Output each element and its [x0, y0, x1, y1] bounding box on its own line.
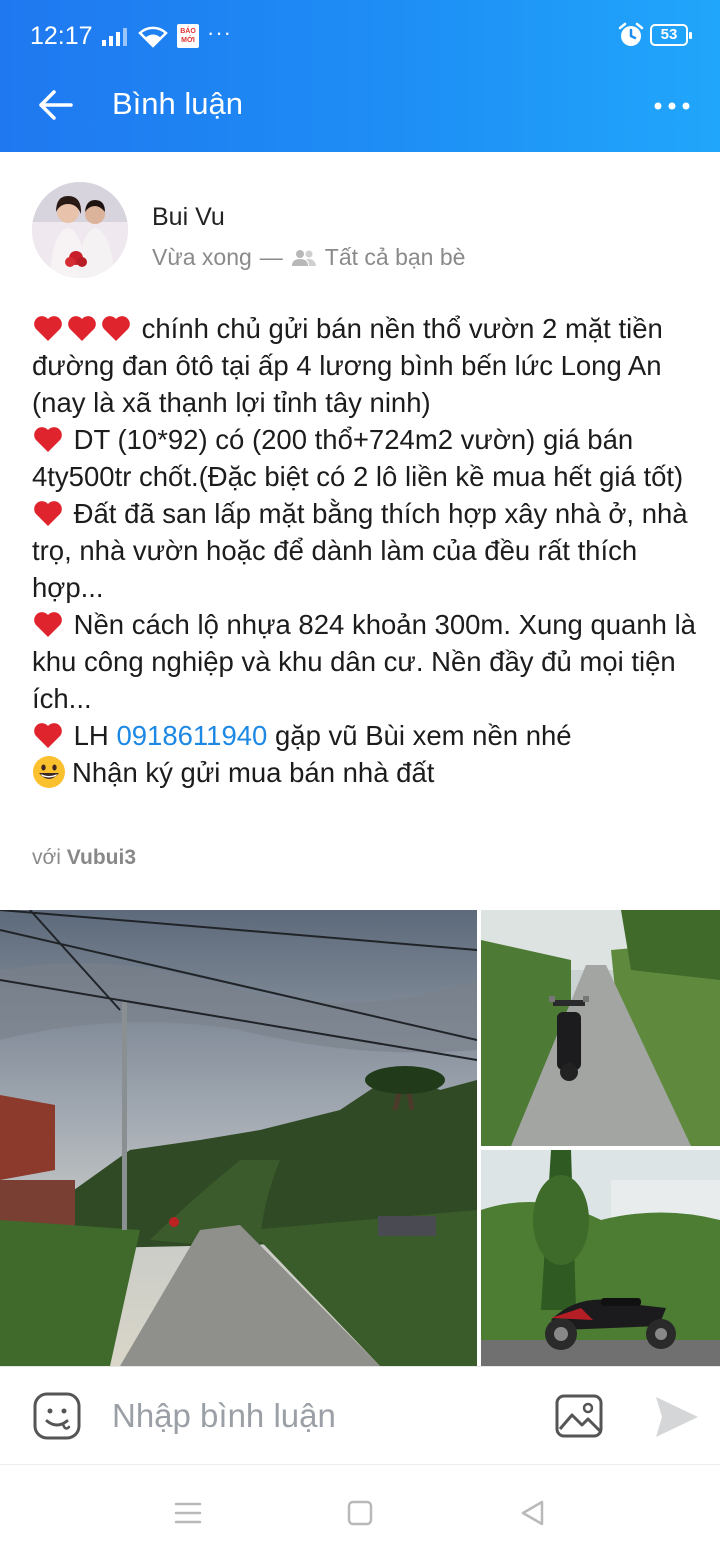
tagged-user-link[interactable]: Vubui3 [67, 846, 136, 869]
arrow-left-icon [39, 90, 73, 120]
sticker-button[interactable] [32, 1391, 82, 1441]
photo-motorbike-lot[interactable] [481, 1150, 720, 1366]
friends-icon [291, 248, 317, 268]
battery-indicator: 53 [650, 24, 692, 46]
home-square-icon [347, 1500, 373, 1526]
post-last-text: Nhận ký gửi mua bán nhà đất [72, 757, 435, 788]
heart-emoji-icon [34, 427, 62, 452]
grin-emoji-icon [33, 756, 65, 788]
sticker-smile-icon [33, 1392, 81, 1440]
back-button[interactable] [30, 80, 80, 130]
post-line-text: Đất đã san lấp mặt bằng thích hợp xây nh… [32, 498, 696, 603]
header: 12:17 BÁO MỚI ··· 53 Bình luận [0, 0, 720, 152]
status-bar: 12:17 BÁO MỚI ··· 53 [0, 0, 720, 60]
tagged-users: với Vubui3 [32, 846, 136, 870]
page-title: Bình luận [112, 86, 243, 121]
more-horizontal-icon [654, 102, 690, 110]
contact-suffix: gặp vũ Bùi xem nền nhé [274, 720, 572, 751]
wifi-icon [138, 24, 168, 53]
post-content: chính chủ gửi bán nền thổ vườn 2 mặt tiề… [32, 310, 702, 791]
alarm-icon [618, 22, 644, 53]
more-options-button[interactable] [644, 82, 700, 130]
signal-icon [102, 28, 130, 51]
photo-grid [0, 910, 720, 1366]
heart-emoji-icon [34, 723, 62, 748]
heart-emoji-icon [32, 313, 134, 344]
avatar[interactable] [32, 182, 128, 278]
contact-prefix: LH [73, 720, 109, 751]
meta-separator: — [259, 244, 283, 270]
photo-road-sunset[interactable] [0, 910, 477, 1366]
post-meta: Vừa xong — Tất cả bạn bè [152, 244, 465, 271]
author-name[interactable]: Bui Vu [152, 203, 225, 232]
news-app-icon: BÁO MỚI [177, 24, 199, 48]
nav-back-button[interactable] [512, 1493, 552, 1533]
post-last-line: Nhận ký gửi mua bán nhà đất [32, 754, 702, 791]
more-dots-icon: ··· [207, 20, 232, 45]
post-line-3: Đất đã san lấp mặt bằng thích hợp xây nh… [32, 495, 702, 606]
post-contact-line: LH 0918611940 gặp vũ Bùi xem nền nhé [32, 717, 702, 754]
send-icon [656, 1397, 698, 1437]
post-line-4: Nền cách lộ nhựa 824 khoản 300m. Xung qu… [32, 606, 702, 717]
status-time: 12:17 [30, 22, 93, 50]
post-line-1: chính chủ gửi bán nền thổ vườn 2 mặt tiề… [32, 310, 702, 421]
photo-motorbike-lane[interactable] [481, 910, 720, 1146]
heart-emoji-icon [34, 612, 62, 637]
attach-image-button[interactable] [554, 1393, 604, 1439]
privacy-label: Tất cả bạn bè [324, 244, 466, 270]
post-header: Bui Vu Vừa xong — Tất cả bạn bè [0, 152, 720, 302]
nav-home-button[interactable] [340, 1493, 380, 1533]
send-button[interactable] [652, 1393, 702, 1441]
comment-composer [0, 1366, 720, 1464]
image-icon [555, 1394, 603, 1438]
nav-menu-button[interactable] [168, 1493, 208, 1533]
post-line-2: DT (10*92) có (200 thổ+724m2 vườn) giá b… [32, 421, 702, 495]
back-triangle-icon [521, 1500, 544, 1526]
tag-prefix: với [32, 846, 61, 869]
post-line-text: Nền cách lộ nhựa 824 khoản 300m. Xung qu… [32, 609, 704, 714]
phone-link[interactable]: 0918611940 [116, 720, 267, 751]
post-line-text: DT (10*92) có (200 thổ+724m2 vườn) giá b… [32, 424, 684, 492]
comment-input[interactable] [112, 1389, 532, 1443]
heart-emoji-icon [34, 501, 62, 526]
app-bar: Bình luận [0, 60, 720, 152]
menu-icon [174, 1502, 202, 1524]
post-time: Vừa xong [152, 244, 252, 270]
system-nav-bar [0, 1464, 720, 1560]
